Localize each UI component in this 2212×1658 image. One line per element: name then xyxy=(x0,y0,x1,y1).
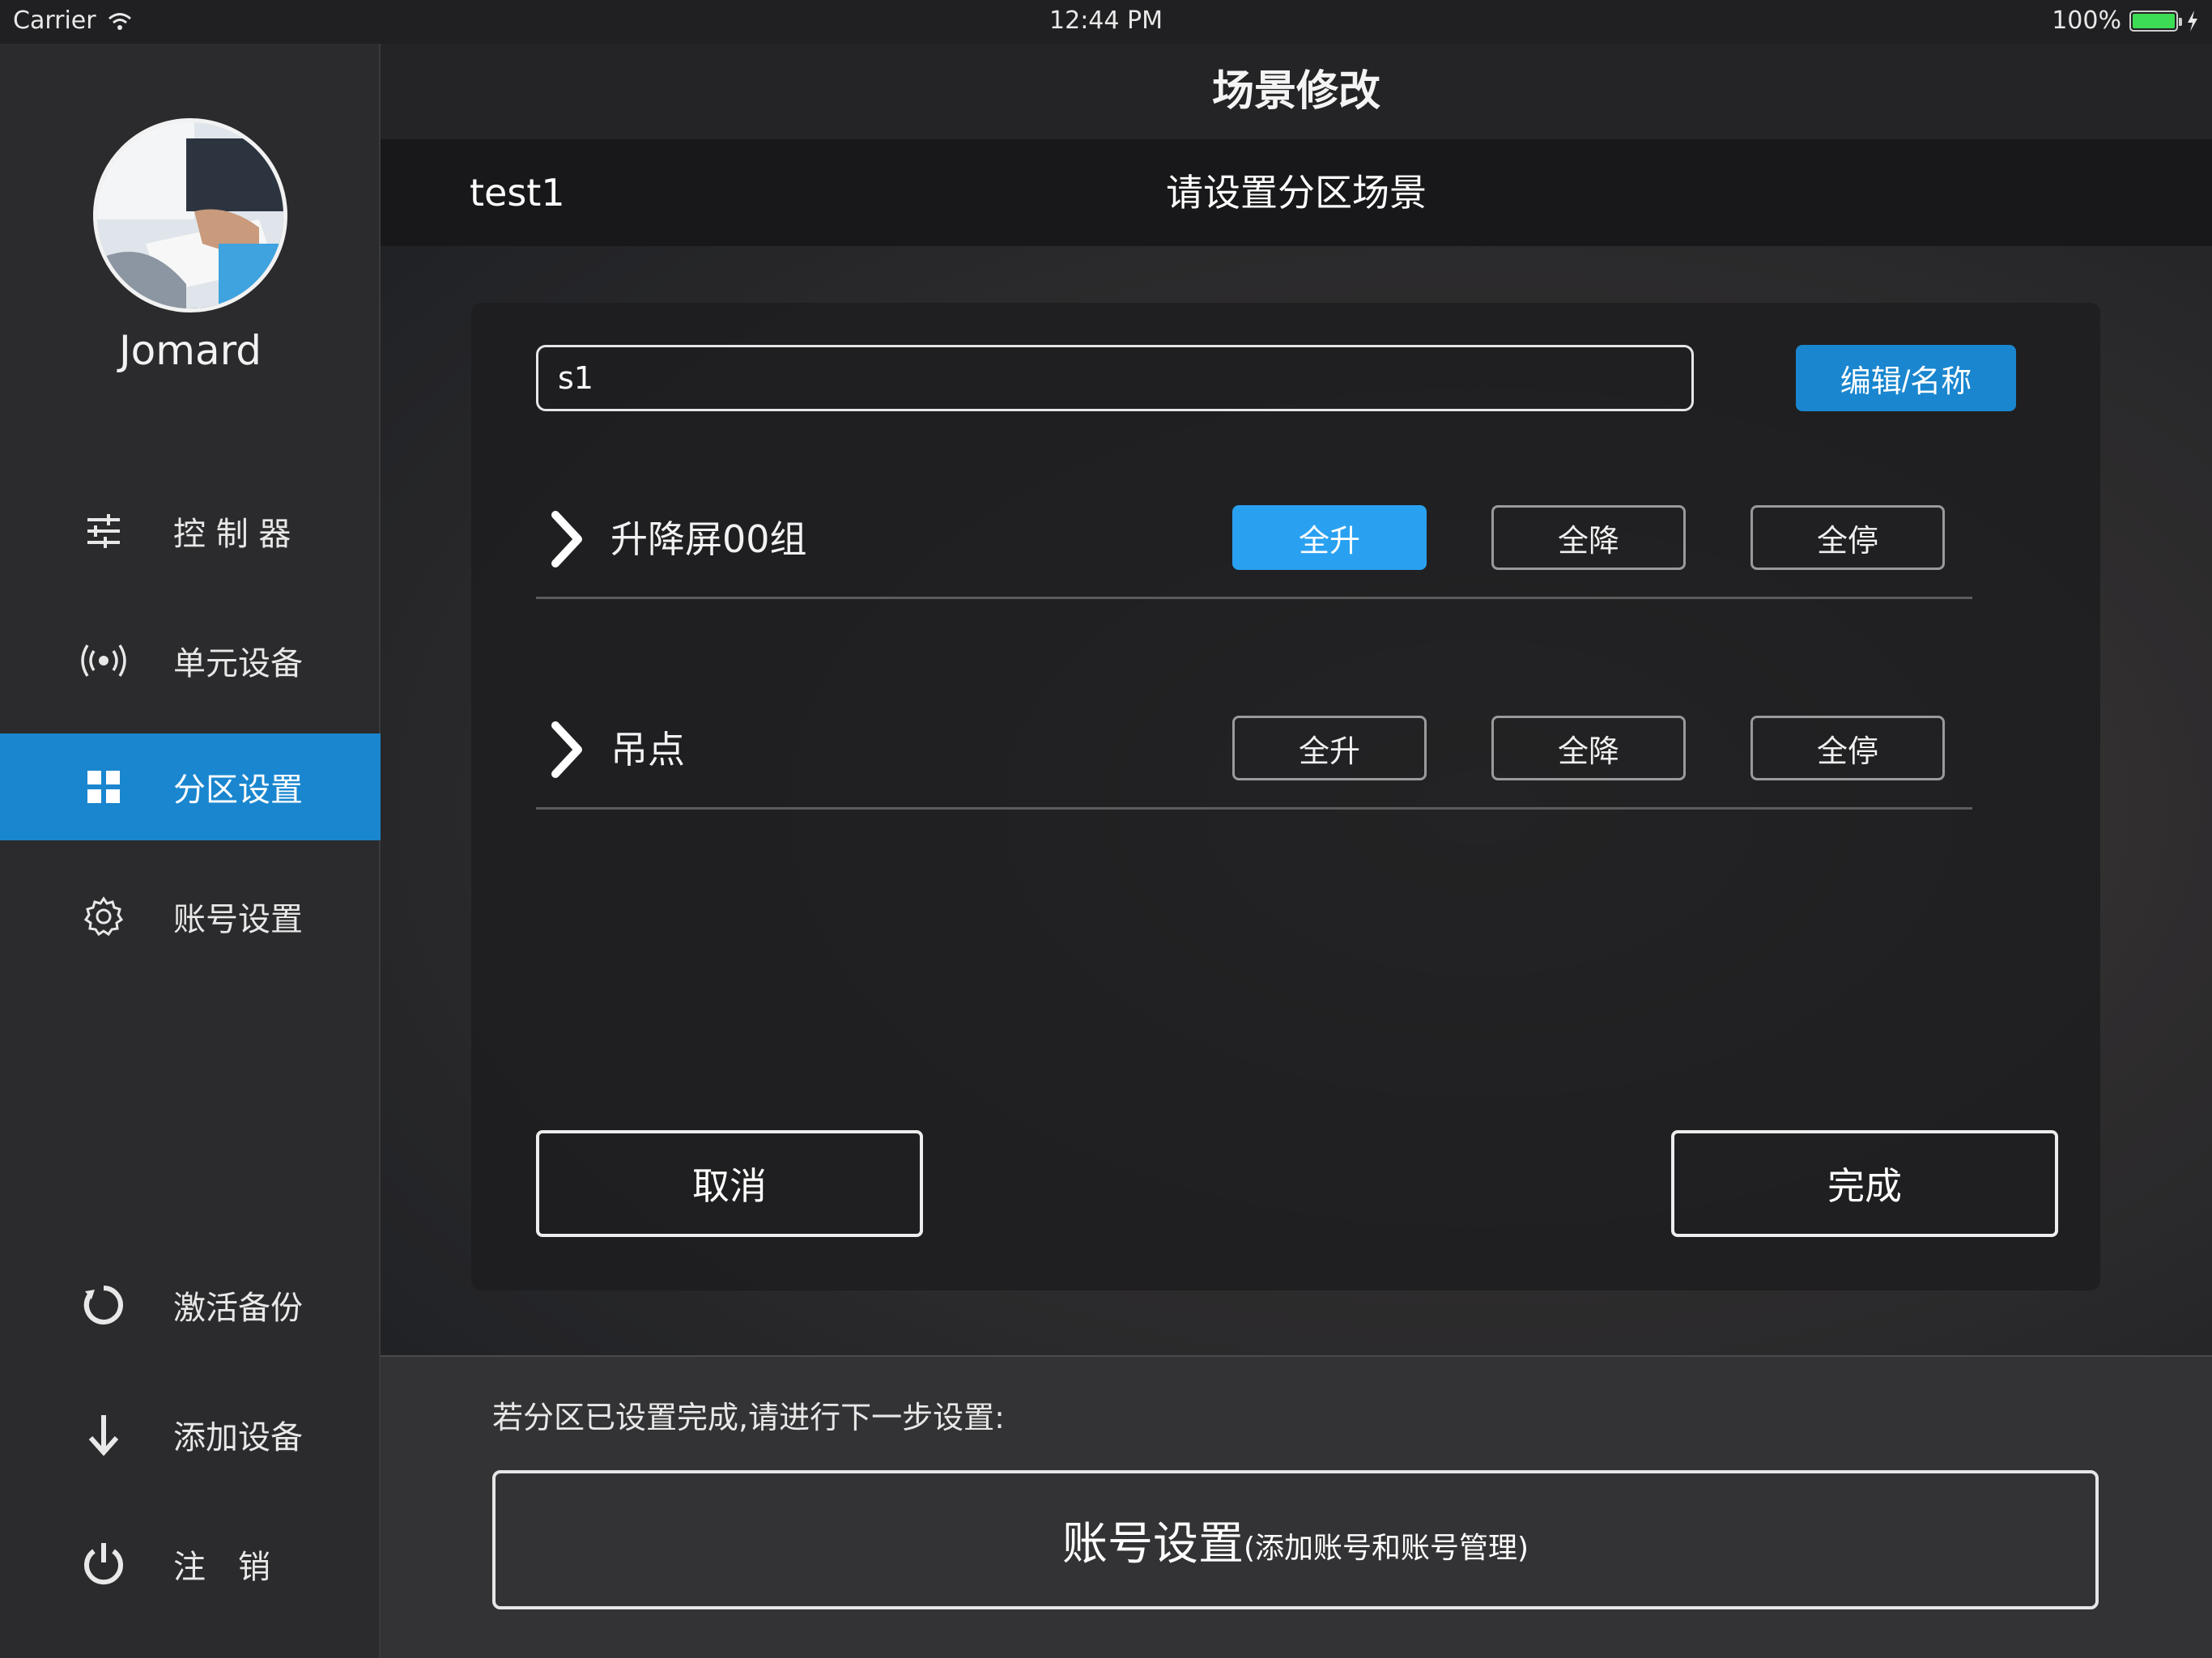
group-row[interactable]: 升降屏00组 全升 全降 全停 xyxy=(536,478,1972,599)
sidebar-item-activate-backup[interactable]: 激活备份 xyxy=(0,1252,381,1358)
page-title: 场景修改 xyxy=(381,44,2212,139)
gear-icon xyxy=(74,892,133,941)
chevron-right-icon[interactable] xyxy=(542,717,591,782)
stop-all-button[interactable]: 全停 xyxy=(1750,716,1945,780)
battery-percent: 100% xyxy=(2052,6,2121,35)
sidebar-item-label: 激活备份 xyxy=(173,1290,303,1327)
status-bar: Carrier 12:44 PM 100% xyxy=(0,0,2212,44)
sidebar-item-add-device[interactable]: 添加设备 xyxy=(0,1381,381,1488)
power-icon xyxy=(74,1540,133,1588)
sidebar-item-unit-devices[interactable]: 单元设备 xyxy=(0,607,381,714)
done-button[interactable]: 完成 xyxy=(1671,1130,2058,1237)
avatar[interactable] xyxy=(93,118,287,312)
sidebar-item-logout[interactable]: 注 销 xyxy=(0,1511,381,1618)
scene-subheader: test1 请设置分区场景 xyxy=(381,139,2212,246)
sidebar-item-label: 注 销 xyxy=(173,1549,270,1586)
scene-panel: 编辑/名称 升降屏00组 全升 全降 全停 吊点 全升 全降 全停 取消 完成 xyxy=(471,303,2100,1290)
username: Jomard xyxy=(118,327,262,374)
raise-all-button[interactable]: 全升 xyxy=(1232,716,1427,780)
next-step-note: 若分区已设置完成,请进行下一步设置: xyxy=(492,1400,1005,1435)
account-settings-label: 账号设置 xyxy=(1061,1517,1244,1571)
chevron-right-icon[interactable] xyxy=(542,507,591,572)
account-settings-sublabel: (添加账号和账号管理) xyxy=(1243,1532,1529,1565)
scene-name-input[interactable] xyxy=(536,345,1694,411)
refresh-icon xyxy=(74,1281,133,1329)
sidebar-item-label: 账号设置 xyxy=(173,901,303,938)
sidebar-item-zone-settings[interactable]: 分区设置 xyxy=(0,733,381,840)
arrow-down-icon xyxy=(74,1410,133,1459)
group-name: 升降屏00组 xyxy=(610,517,807,561)
next-step-footer: 若分区已设置完成,请进行下一步设置: 账号设置 (添加账号和账号管理) xyxy=(381,1355,2212,1658)
battery-status: 100% xyxy=(2052,6,2199,35)
sidebar-item-label: 分区设置 xyxy=(173,772,303,809)
sidebar-item-label: 单元设备 xyxy=(173,645,303,682)
broadcast-icon xyxy=(74,636,133,685)
sliders-icon xyxy=(74,507,133,555)
sidebar-item-label: 添加设备 xyxy=(173,1419,303,1456)
lower-all-button[interactable]: 全降 xyxy=(1491,716,1686,780)
cancel-button[interactable]: 取消 xyxy=(536,1130,923,1237)
sidebar-item-controller[interactable]: 控 制 器 xyxy=(0,478,381,585)
sidebar-item-label: 控 制 器 xyxy=(173,516,291,553)
raise-all-button[interactable]: 全升 xyxy=(1232,505,1427,570)
clock: 12:44 PM xyxy=(1049,6,1163,35)
charging-bolt-icon xyxy=(2188,10,2197,32)
avatar-photo xyxy=(97,122,283,308)
group-row[interactable]: 吊点 全升 全降 全停 xyxy=(536,688,1972,810)
account-settings-button[interactable]: 账号设置 (添加账号和账号管理) xyxy=(492,1470,2099,1609)
edit-name-button[interactable]: 编辑/名称 xyxy=(1796,345,2016,411)
grid-icon xyxy=(74,763,133,811)
stop-all-button[interactable]: 全停 xyxy=(1750,505,1945,570)
sidebar-item-account-settings[interactable]: 账号设置 xyxy=(0,863,381,970)
group-name: 吊点 xyxy=(610,728,685,772)
sidebar: Jomard 控 制 器 单元设备 分区设置 账号设置 激活备份 添加设备 注 … xyxy=(0,44,381,1658)
lower-all-button[interactable]: 全降 xyxy=(1491,505,1686,570)
battery-icon xyxy=(2129,10,2182,32)
scene-hint: 请设置分区场景 xyxy=(1166,171,1427,215)
